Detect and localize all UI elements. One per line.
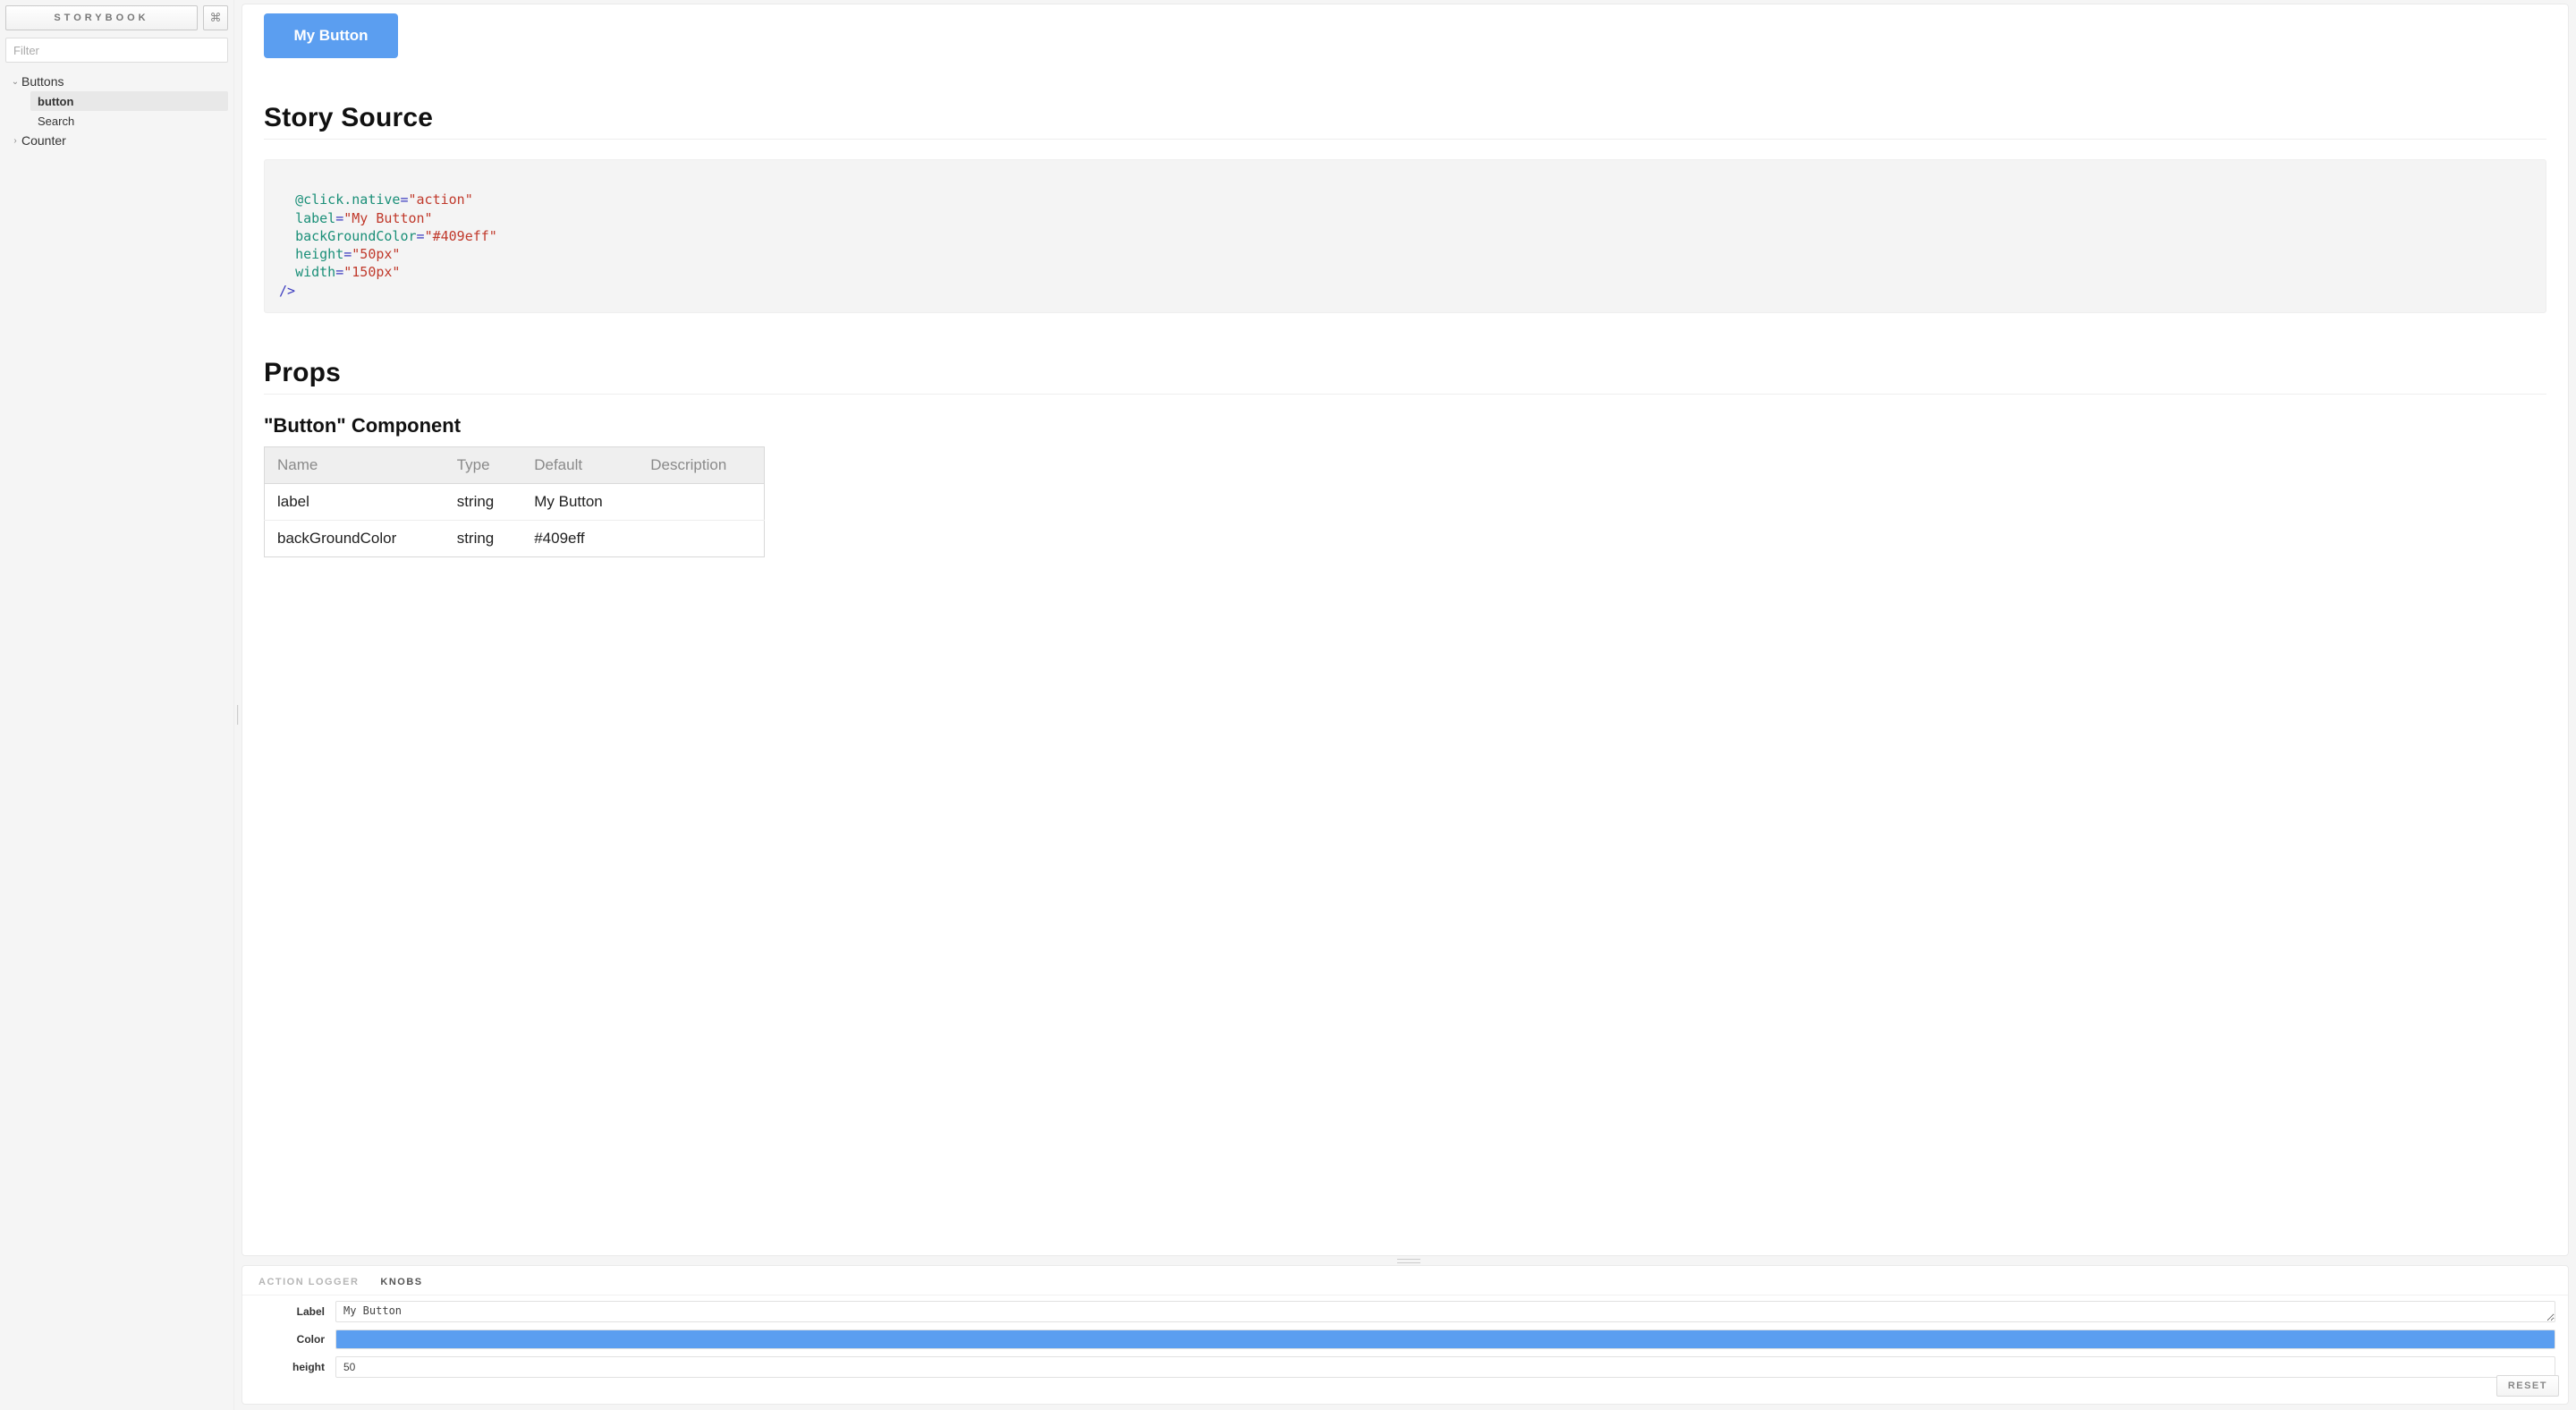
table-row: labelstringMy Button <box>265 483 765 520</box>
chevron-right-icon: › <box>9 136 21 146</box>
divider <box>264 139 2546 140</box>
addons-panel: ACTION LOGGER KNOBS Label Color height RES… <box>242 1265 2569 1405</box>
knob-label: Label <box>255 1305 335 1318</box>
demo-button[interactable]: My Button <box>264 13 398 58</box>
chevron-down-icon: ⌄ <box>9 77 21 87</box>
table-cell: string <box>445 483 522 520</box>
reset-button[interactable]: RESET <box>2496 1375 2559 1397</box>
table-cell: My Button <box>521 483 638 520</box>
table-cell <box>638 483 764 520</box>
sidebar-header: STORYBOOK ⌘ <box>5 5 228 30</box>
table-header-row: Name Type Default Description <box>265 446 765 483</box>
tab-action-logger[interactable]: ACTION LOGGER <box>258 1277 359 1287</box>
th-name: Name <box>265 446 445 483</box>
addons-resize-handle[interactable] <box>242 1256 2576 1265</box>
sidebar: STORYBOOK ⌘ ⌄ Buttons button Search › Co… <box>0 0 234 1410</box>
th-description: Description <box>638 446 764 483</box>
main-column: My Button Story Source @click.native="ac… <box>242 0 2576 1410</box>
tab-knobs[interactable]: KNOBS <box>380 1277 422 1287</box>
tree-group-label: Buttons <box>21 74 64 89</box>
knob-row: Color <box>255 1329 2555 1349</box>
addon-tabs: ACTION LOGGER KNOBS <box>242 1266 2568 1295</box>
tree-group-label: Counter <box>21 133 66 148</box>
filter-input[interactable] <box>5 38 228 63</box>
knob-label: height <box>255 1361 335 1373</box>
tree-leaf-button[interactable]: button <box>30 91 228 111</box>
table-cell: backGroundColor <box>265 520 445 556</box>
storybook-title-button[interactable]: STORYBOOK <box>5 5 198 30</box>
tree-group-buttons-children: button Search <box>5 91 228 131</box>
knob-row: height <box>255 1356 2555 1378</box>
shortcuts-button[interactable]: ⌘ <box>203 5 228 30</box>
divider <box>264 394 2546 395</box>
knob-text-input[interactable] <box>335 1356 2555 1378</box>
th-type: Type <box>445 446 522 483</box>
table-cell: label <box>265 483 445 520</box>
tree-group-counter-toggle[interactable]: › Counter <box>5 131 228 150</box>
th-default: Default <box>521 446 638 483</box>
tree-group-buttons-toggle[interactable]: ⌄ Buttons <box>5 72 228 91</box>
props-heading: Props <box>264 358 2546 388</box>
preview-panel: My Button Story Source @click.native="ac… <box>242 4 2569 1256</box>
sidebar-resize-handle[interactable] <box>234 0 242 1410</box>
knobs-form: Label Color height <box>242 1295 2568 1404</box>
table-cell: string <box>445 520 522 556</box>
tree-group-buttons: ⌄ Buttons button Search <box>5 72 228 131</box>
story-source-heading: Story Source <box>264 103 2546 133</box>
tree-group-counter: › Counter <box>5 131 228 150</box>
knob-textarea[interactable] <box>335 1301 2555 1322</box>
props-table: Name Type Default Description labelstrin… <box>264 446 765 557</box>
table-cell: #409eff <box>521 520 638 556</box>
table-row: backGroundColorstring#409eff <box>265 520 765 556</box>
knob-label: Color <box>255 1333 335 1346</box>
knob-row: Label <box>255 1301 2555 1322</box>
knob-color-swatch[interactable] <box>335 1329 2555 1349</box>
command-icon: ⌘ <box>210 11 222 25</box>
story-tree: ⌄ Buttons button Search › Counter <box>5 72 228 150</box>
story-source-code[interactable]: @click.native="action" label="My Button"… <box>264 159 2546 313</box>
component-subheading: "Button" Component <box>264 414 2546 437</box>
table-cell <box>638 520 764 556</box>
tree-leaf-search[interactable]: Search <box>30 111 228 131</box>
